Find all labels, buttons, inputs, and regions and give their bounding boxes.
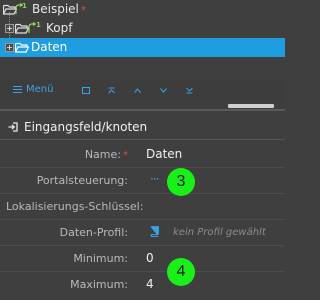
folder-open-icon [15, 42, 29, 53]
panel-title: Eingangsfeld/knoten [24, 120, 148, 134]
form-row-portal: Portalsteuerung: ··· [0, 168, 285, 194]
form-row-maximum: Maximum: 4 [0, 272, 285, 298]
window-icon[interactable] [82, 87, 90, 94]
form-row-minimum: Minimum: 0 [0, 246, 285, 272]
move-bottom-icon[interactable] [186, 87, 193, 94]
profile-placeholder: kein Profil gewählt [173, 227, 266, 238]
minimum-value[interactable]: 0 [146, 251, 154, 265]
annotation-badge-portal: 3 [167, 168, 195, 196]
profile-label: Daten-Profil: [59, 226, 128, 239]
name-label: Name: * [84, 148, 128, 161]
move-down-icon[interactable] [160, 88, 167, 93]
form-row-locale-key: Lokalisierungs-Schlüssel: [0, 194, 285, 220]
maximum-value[interactable]: 4 [146, 277, 154, 291]
required-marker: * [80, 5, 86, 16]
required-marker: * [123, 150, 128, 161]
link-arrow-icon [28, 22, 36, 33]
panel-splitter[interactable] [0, 109, 285, 111]
expand-icon[interactable] [5, 24, 14, 33]
link-arrow-icon [15, 3, 23, 14]
panel-header: Eingangsfeld/knoten [0, 114, 285, 140]
sign-in-icon [8, 122, 18, 132]
tree-node-root[interactable]: 1 Beispiel * [0, 0, 285, 19]
tree-node-daten-label: Daten [31, 40, 68, 54]
form-row-name: Name: * Daten [0, 142, 285, 168]
tree-node-kopf-label: Kopf [46, 21, 73, 35]
folder-open-icon [15, 23, 29, 34]
minimum-label: Minimum: [73, 252, 128, 265]
book-icon[interactable] [150, 226, 159, 237]
tree-node-root-label: Beispiel * [32, 2, 86, 16]
menu-button[interactable]: Menü [13, 84, 53, 95]
tree-node-daten[interactable]: Daten [0, 38, 285, 57]
expand-icon[interactable] [5, 43, 14, 52]
portal-label: Portalsteuerung: [36, 174, 128, 187]
move-up-icon[interactable] [134, 88, 141, 93]
toolbar: Menü [0, 80, 285, 102]
name-value[interactable]: Daten [146, 147, 182, 161]
menu-button-label: Menü [26, 84, 54, 95]
annotation-badge-minmax: 4 [167, 258, 195, 286]
move-top-icon[interactable] [108, 87, 115, 94]
form-row-profile: Daten-Profil: kein Profil gewählt [0, 220, 285, 246]
locale-key-label: Lokalisierungs-Schlüssel: [6, 200, 144, 213]
portal-options-button[interactable]: ··· [150, 172, 160, 186]
maximum-label: Maximum: [70, 278, 128, 291]
scrollbar-thumb[interactable] [228, 104, 274, 108]
hamburger-icon [13, 84, 22, 95]
tree-node-kopf[interactable]: 1 Kopf [0, 19, 285, 38]
tree-node-kopf-count: 1 [36, 21, 41, 29]
node-tree: 1 Beispiel * 1 Kopf Daten [0, 0, 285, 58]
